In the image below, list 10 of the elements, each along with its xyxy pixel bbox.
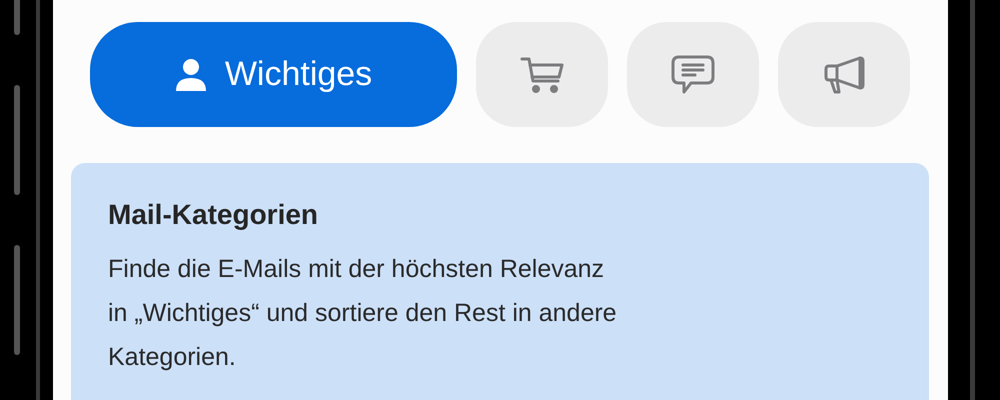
megaphone-icon (822, 54, 866, 94)
card-title: Mail-Kategorien (108, 198, 320, 232)
category-tab[interactable] (627, 22, 759, 127)
category-tab[interactable] (778, 22, 910, 127)
speech-bubble-icon (671, 54, 715, 94)
person-icon (174, 58, 207, 92)
cart-icon (520, 56, 564, 94)
category-tab[interactable]: Wichtiges (90, 22, 457, 127)
category-tab[interactable] (476, 22, 608, 127)
card-description: Finde die E-Mails mit der höchsten Relevanz in „Wichtiges“ und sortiere den Rest in andere Kategorien. (108, 254, 618, 373)
